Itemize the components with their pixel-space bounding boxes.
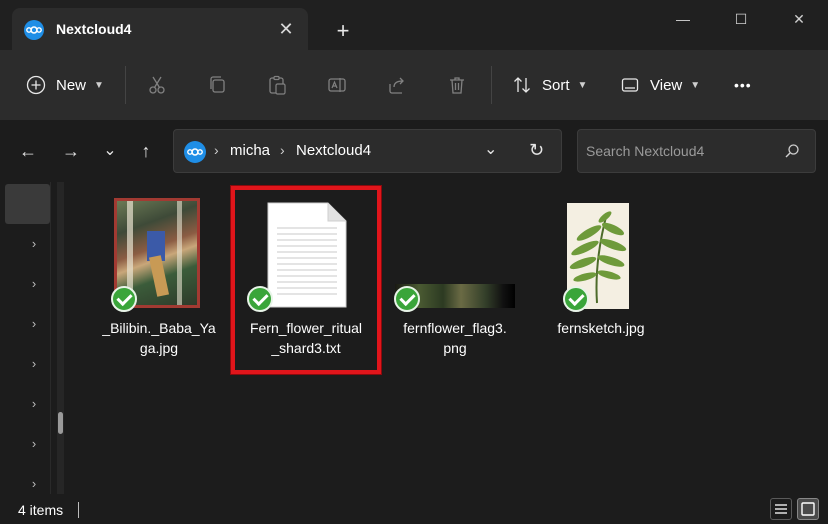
- up-button[interactable]: ↑: [131, 136, 161, 166]
- nextcloud-icon: [184, 141, 206, 163]
- file-name: ga.jpg: [139, 340, 179, 356]
- rename-icon: [328, 78, 346, 92]
- expand-chevron-icon[interactable]: ›: [26, 356, 42, 372]
- sync-ok-icon: [111, 286, 137, 312]
- paste-button[interactable]: [267, 50, 287, 120]
- search-box[interactable]: [577, 129, 816, 173]
- breadcrumb-nextcloud4[interactable]: Nextcloud4: [296, 142, 371, 159]
- delete-button[interactable]: [447, 50, 467, 120]
- command-bar: New ▼ Sort ▼ View ▼ •••: [0, 50, 828, 120]
- file-name: png: [443, 340, 467, 356]
- forward-button[interactable]: →: [56, 136, 86, 166]
- sync-ok-icon: [247, 286, 273, 312]
- divider: [50, 182, 51, 494]
- expand-chevron-icon[interactable]: ›: [26, 396, 42, 412]
- file-list: _Bilibin._Baba_Ya ga.jpg Fern_flower_rit…: [72, 182, 828, 494]
- refresh-button[interactable]: ↻: [529, 140, 544, 161]
- divider: [125, 66, 126, 104]
- file-name: _shard3.txt: [271, 340, 341, 356]
- nav-scrollbar-thumb[interactable]: [58, 412, 63, 434]
- more-options-button[interactable]: •••: [734, 50, 752, 120]
- file-name: Fern_flower_ritual: [249, 320, 363, 336]
- sort-label: Sort: [542, 76, 570, 94]
- list-icon: [775, 504, 787, 514]
- file-name: fernflower_flag3.: [403, 320, 507, 336]
- sort-icon: [514, 77, 530, 93]
- file-name: _Bilibin._Baba_Ya: [102, 320, 216, 336]
- expand-chevron-icon[interactable]: ›: [26, 276, 42, 292]
- text-file-icon: [267, 202, 347, 308]
- file-item[interactable]: _Bilibin._Baba_Ya ga.jpg: [89, 188, 229, 368]
- search-icon[interactable]: [784, 143, 800, 159]
- divider: [491, 66, 492, 104]
- chevron-down-icon: ▼: [577, 79, 588, 91]
- navigation-pane: › › › › › › ›: [0, 182, 72, 494]
- sort-button[interactable]: Sort ▼: [512, 50, 587, 120]
- search-input[interactable]: [586, 140, 776, 162]
- nav-item-selected[interactable]: [5, 184, 50, 224]
- tab-nextcloud4[interactable]: Nextcloud4 ✕: [12, 8, 308, 50]
- breadcrumb-separator: ›: [214, 142, 219, 158]
- copy-icon: [210, 76, 225, 93]
- nav-scrollbar[interactable]: [57, 182, 64, 494]
- cut-icon: [149, 76, 165, 94]
- details-view-button[interactable]: [770, 498, 792, 520]
- view-icon: [621, 78, 639, 92]
- sync-ok-icon: [394, 286, 420, 312]
- recent-locations-button[interactable]: ⌄: [95, 136, 125, 166]
- item-count: 4 items: [18, 502, 64, 518]
- status-bar: 4 items: [0, 494, 828, 524]
- share-button[interactable]: [387, 50, 407, 120]
- chevron-down-icon: ▼: [94, 79, 104, 91]
- tiles-icon: [801, 502, 815, 516]
- rename-button[interactable]: [327, 50, 347, 120]
- new-label: New: [56, 76, 87, 94]
- expand-chevron-icon[interactable]: ›: [26, 436, 42, 452]
- breadcrumb-micha[interactable]: micha: [230, 142, 270, 159]
- address-row: ← → ⌄ ↑ › micha › Nextcloud4 ⌄ ↻: [0, 120, 828, 182]
- large-icons-view-button[interactable]: [797, 498, 819, 520]
- breadcrumb-separator: ›: [280, 142, 285, 158]
- paste-icon: [269, 75, 286, 95]
- chevron-down-icon: ▼: [690, 79, 701, 91]
- cut-button[interactable]: [147, 50, 167, 120]
- copy-button[interactable]: [207, 50, 227, 120]
- back-button[interactable]: ←: [13, 136, 43, 166]
- address-dropdown-button[interactable]: ⌄: [484, 139, 497, 159]
- close-tab-icon[interactable]: ✕: [274, 17, 298, 41]
- sync-ok-icon: [563, 286, 589, 312]
- plus-icon: [26, 75, 46, 95]
- expand-chevron-icon[interactable]: ›: [26, 316, 42, 332]
- new-button[interactable]: New ▼: [26, 50, 104, 120]
- maximize-button[interactable]: ☐: [712, 0, 770, 38]
- divider: [78, 502, 79, 518]
- expand-chevron-icon[interactable]: ›: [26, 476, 42, 492]
- file-item[interactable]: fernflower_flag3. png: [385, 188, 525, 368]
- view-label: View: [650, 76, 683, 94]
- minimize-button[interactable]: —: [654, 0, 712, 38]
- file-item[interactable]: fernsketch.jpg: [531, 188, 671, 368]
- view-button[interactable]: View ▼: [620, 50, 700, 120]
- nextcloud-icon: [24, 20, 44, 40]
- delete-icon: [450, 77, 464, 94]
- address-bar[interactable]: › micha › Nextcloud4 ⌄ ↻: [173, 129, 562, 173]
- share-icon: [389, 77, 404, 94]
- file-name: fernsketch.jpg: [557, 320, 645, 336]
- more-icon: •••: [734, 77, 752, 93]
- file-item-selected[interactable]: Fern_flower_ritual _shard3.txt: [236, 188, 376, 368]
- expand-chevron-icon[interactable]: ›: [26, 236, 42, 252]
- new-tab-button[interactable]: +: [330, 18, 356, 44]
- close-window-button[interactable]: ✕: [770, 0, 828, 38]
- title-bar: Nextcloud4 ✕ + — ☐ ✕: [0, 0, 828, 50]
- tab-title: Nextcloud4: [56, 21, 132, 37]
